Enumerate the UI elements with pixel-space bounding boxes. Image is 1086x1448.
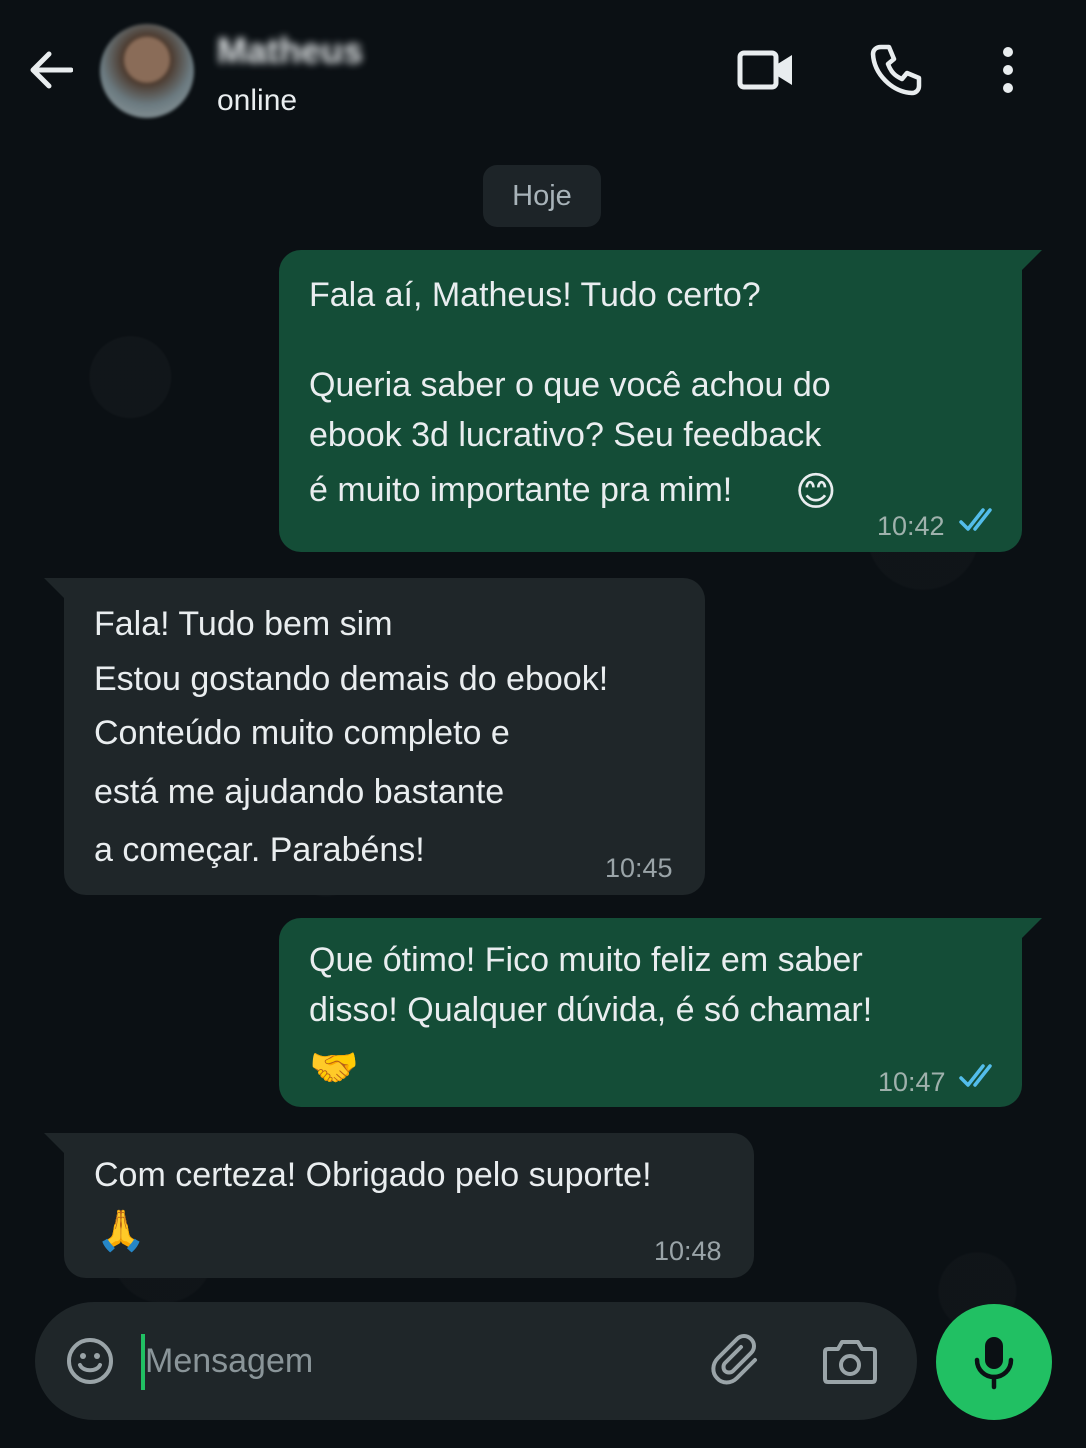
voice-message-button[interactable] [936,1304,1052,1420]
message-time: 10:45 [605,853,673,883]
more-options-button[interactable] [976,38,1040,102]
attach-icon [711,1334,757,1385]
camera-button[interactable] [817,1330,883,1392]
message-bubble-incoming[interactable]: Fala! Tudo bem sim Estou gostando demais… [64,578,705,895]
message-composer [35,1302,917,1420]
message-text: é muito importante pra mim! [309,471,733,509]
contact-status: online [217,84,298,117]
bubble-tail [1020,918,1042,940]
attach-button[interactable] [707,1330,769,1392]
message-time: 10:47 [878,1067,946,1097]
video-call-button[interactable] [734,38,798,102]
emoji-icon [67,1338,113,1384]
read-ticks-icon [959,1064,992,1087]
voice-call-button[interactable] [864,38,928,102]
chat-header: Matheus online [0,0,1086,142]
bubble-tail [44,1133,66,1155]
bubble-tail [44,578,66,600]
bubble-tail [1020,250,1042,272]
chat-screen: Matheus online Hoje Fala aí, Matheus! Tu… [0,0,1086,1448]
camera-icon [823,1340,877,1384]
message-text: Que ótimo! Fico muito feliz em saber [309,941,863,979]
back-button[interactable] [22,42,78,98]
voice-call-icon [870,44,922,96]
message-bubble-outgoing[interactable]: Fala aí, Matheus! Tudo certo? Queria sab… [279,250,1022,552]
message-text: está me ajudando bastante [94,773,505,811]
message-text: disso! Qualquer dúvida, é só chamar! [309,991,873,1029]
handshake-emoji: 🤝 [309,1046,359,1090]
contact-name[interactable]: Matheus [217,30,363,72]
contact-avatar[interactable] [100,24,194,118]
message-text: ebook 3d lucrativo? Seu feedback [309,416,822,454]
emoji-button[interactable] [59,1330,121,1392]
message-time: 10:42 [877,511,945,541]
message-text: Queria saber o que você achou do [309,366,831,404]
message-bubble-incoming[interactable]: Com certeza! Obrigado pelo suporte! 🙏 10… [64,1133,754,1278]
message-text: Estou gostando demais do ebook! [94,660,609,698]
video-call-icon [737,50,792,90]
message-bubble-outgoing[interactable]: Que ótimo! Fico muito feliz em saber dis… [279,918,1022,1107]
read-ticks-icon [959,508,992,531]
message-input[interactable] [145,1328,685,1394]
message-text: Conteúdo muito completo e [94,714,510,752]
more-options-icon [1003,47,1013,93]
microphone-icon [974,1337,1014,1390]
message-text: Com certeza! Obrigado pelo suporte! [94,1156,652,1194]
folded-hands-emoji: 🙏 [96,1209,146,1253]
message-text: Fala! Tudo bem sim [94,605,393,643]
message-text: Fala aí, Matheus! Tudo certo? [309,276,761,314]
back-arrow-icon [30,51,73,89]
message-time: 10:48 [654,1236,722,1266]
smiling-face-emoji: 😊 [795,470,837,514]
date-chip: Hoje [483,165,601,227]
message-text: a começar. Parabéns! [94,831,425,869]
